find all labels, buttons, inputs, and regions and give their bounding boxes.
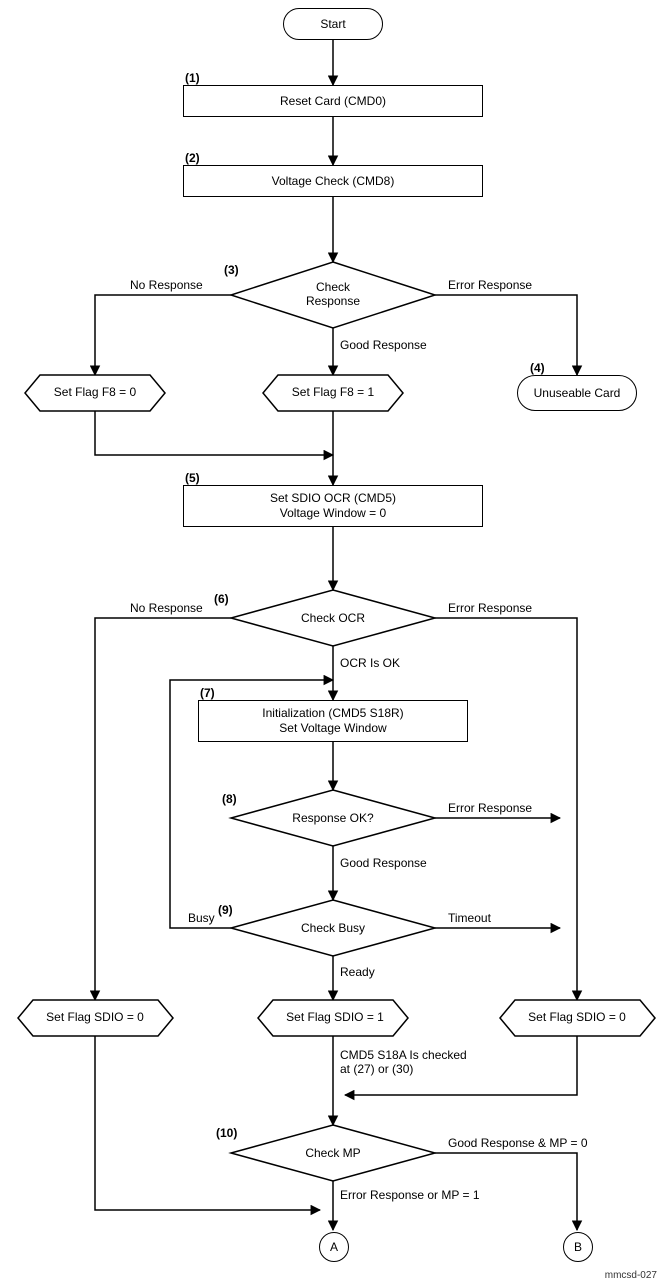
step-num-3: (3) [224,263,239,277]
note-cmd5-s18a: CMD5 S18A Is checked at (27) or (30) [340,1048,467,1076]
diagram-id: mmcsd-027 [605,1270,657,1281]
edge-no-response-6: No Response [130,601,203,615]
edge-good-mp0: Good Response & MP = 0 [448,1136,588,1150]
edge-error-response-8: Error Response [448,801,532,815]
step-num-5: (5) [185,471,200,485]
step-num-6: (6) [214,592,229,606]
edge-error-response-3: Error Response [448,278,532,292]
step-num-8: (8) [222,792,237,806]
flowchart-canvas: Start (1) Reset Card (CMD0) (2) Voltage … [0,0,665,1287]
step-num-1: (1) [185,71,200,85]
edge-good-response-3: Good Response [340,338,427,352]
process-initialization: Initialization (CMD5 S18R) Set Voltage W… [198,700,468,742]
edge-no-response-3: No Response [130,278,203,292]
connector-b: B [563,1232,593,1262]
step-num-2: (2) [185,151,200,165]
connector-a: A [319,1232,349,1262]
process-voltage-check: Voltage Check (CMD8) [183,165,483,197]
edge-busy: Busy [188,911,215,925]
step-num-4: (4) [530,361,545,375]
process-reset-card: Reset Card (CMD0) [183,85,483,117]
step-num-9: (9) [218,903,233,917]
terminator-unuseable: Unuseable Card [517,375,637,411]
step-num-10: (10) [216,1126,237,1140]
terminator-start: Start [283,8,383,40]
process-set-sdio-ocr: Set SDIO OCR (CMD5) Voltage Window = 0 [183,485,483,527]
edge-timeout: Timeout [448,911,491,925]
step-num-7: (7) [200,686,215,700]
edge-error-response-6: Error Response [448,601,532,615]
edge-good-response-8: Good Response [340,856,427,870]
edge-err-mp1: Error Response or MP = 1 [340,1188,480,1202]
edge-ocr-ok: OCR Is OK [340,656,400,670]
edge-ready: Ready [340,965,375,979]
